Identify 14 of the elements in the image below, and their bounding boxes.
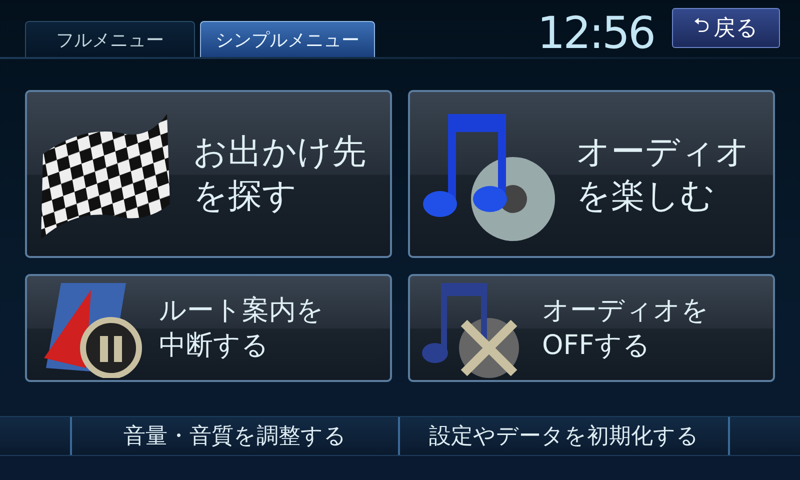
bottom-button[interactable]: 音量・音質を調整する	[70, 417, 400, 455]
tile-label: お出かけ先を探す	[193, 130, 367, 218]
bottom-button[interactable]: 設定やデータを初期化する	[400, 417, 730, 455]
menu-tab[interactable]: シンプルメニュー	[200, 21, 375, 57]
menu-tile[interactable]: お出かけ先を探す	[25, 90, 392, 258]
menu-tile[interactable]: オーディオを楽しむ	[408, 90, 775, 258]
clock: 12:56	[537, 8, 654, 59]
tile-label: オーディオを楽しむ	[576, 130, 751, 218]
tile-label: オーディオをOFFする	[542, 294, 710, 363]
tile-label: ルート案内を中断する	[159, 294, 325, 363]
menu-tile[interactable]: ルート案内を中断する	[25, 274, 392, 382]
menu-tile[interactable]: オーディオをOFFする	[408, 274, 775, 382]
menu-tab[interactable]: フルメニュー	[25, 21, 195, 57]
back-button[interactable]: ⮌ 戻る	[672, 8, 780, 48]
